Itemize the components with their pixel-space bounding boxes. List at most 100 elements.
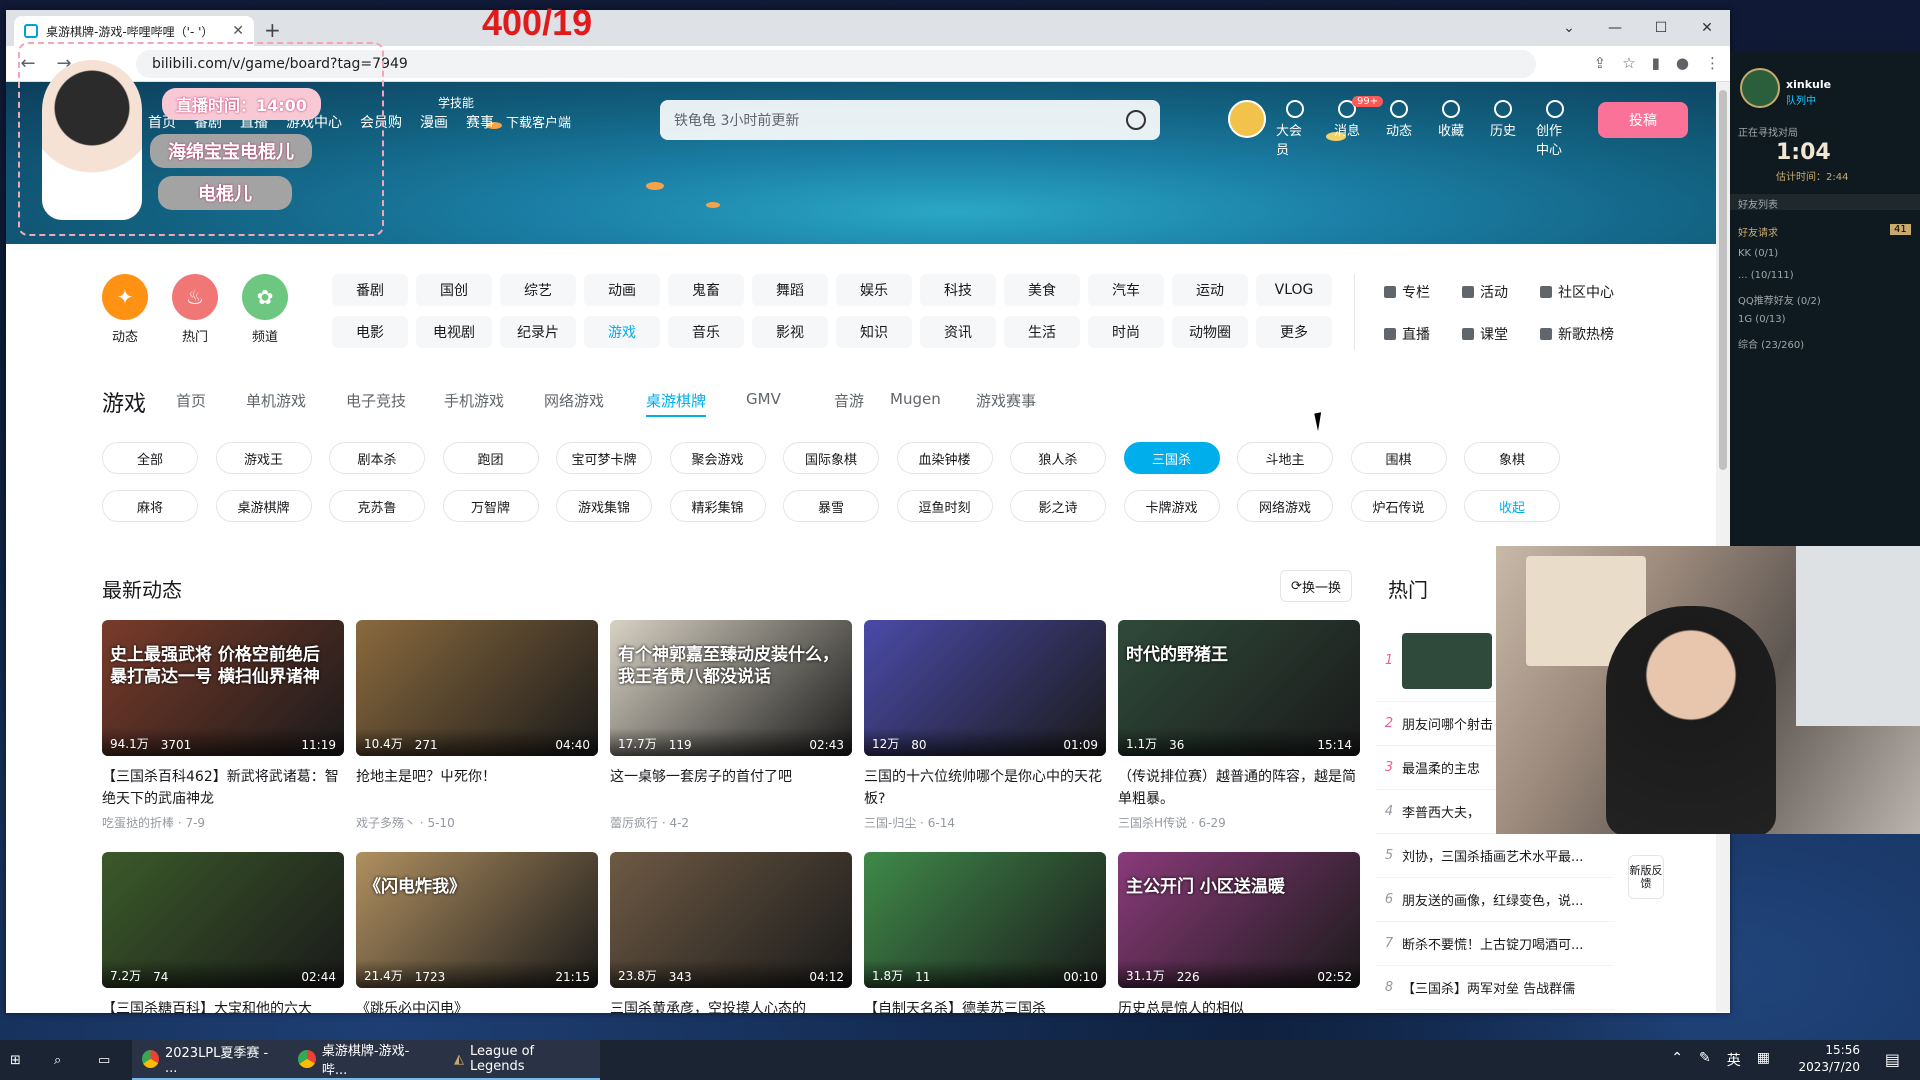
profile-icon[interactable]: ● <box>1676 54 1689 72</box>
channel-chip[interactable]: VLOG <box>1256 274 1332 306</box>
history-icon[interactable]: 历史 <box>1484 100 1522 158</box>
nav-item[interactable]: 漫画 <box>420 112 448 132</box>
dynamic-icon[interactable]: 动态 <box>1380 100 1418 158</box>
channel-chip[interactable]: 知识 <box>836 316 912 348</box>
hot-item[interactable]: 7 断杀不要慌！上古锭刀喝酒可... <box>1376 922 1614 966</box>
video-card[interactable]: 时代的野猪王 1.1万 36 15:14 （传说排位赛）越普通的阵容，越是简单粗暴。 三国… <box>1118 620 1360 831</box>
download-client-link[interactable]: 下载客户端 <box>506 112 571 131</box>
friend-group[interactable]: KK (0/1) <box>1738 248 1821 270</box>
share-icon[interactable]: ⇪ <box>1594 54 1607 72</box>
tag-chip[interactable]: 炉石传说 <box>1350 490 1447 522</box>
keyboard-icon[interactable]: ▦ <box>1757 1050 1770 1070</box>
channel-chip[interactable]: 电影 <box>332 316 408 348</box>
side-link[interactable]: 新歌热榜 <box>1540 324 1614 344</box>
taskbar-app[interactable]: 桌游棋牌-游戏-哔... <box>288 1040 444 1080</box>
channel-chip[interactable]: 影视 <box>752 316 828 348</box>
menu-kebab-icon[interactable]: ⋮ <box>1705 54 1720 72</box>
video-card[interactable]: 10.4万 271 04:40 抢地主是吧？屮死你！ 戏子多殇丶 · 5-10 <box>356 620 598 831</box>
tab-search-icon[interactable]: ⌄ <box>1546 10 1592 46</box>
tag-chip[interactable]: 麻将 <box>102 490 198 522</box>
nav-extra[interactable]: 学技能 <box>438 94 474 111</box>
channel-circle-icon[interactable]: ✿ <box>242 274 288 320</box>
video-title[interactable]: （传说排位赛）越普通的阵容，越是简单粗暴。 <box>1118 766 1360 810</box>
tag-chip[interactable]: 斗地主 <box>1237 442 1333 474</box>
channel-chip[interactable]: 音乐 <box>668 316 744 348</box>
summoner-avatar[interactable] <box>1740 68 1780 108</box>
channel-chip[interactable]: 汽车 <box>1088 274 1164 306</box>
video-title[interactable]: 历史总是惊人的相似 <box>1118 998 1360 1042</box>
video-card[interactable]: 1.8万 11 00:10 【自制天名杀】德美苏三国杀 <box>864 852 1106 1042</box>
tag-chip[interactable]: 暴雪 <box>783 490 879 522</box>
side-link[interactable]: 课堂 <box>1462 324 1508 344</box>
video-thumbnail[interactable]: 23.8万 343 04:12 <box>610 852 852 988</box>
channel-chip[interactable]: 鬼畜 <box>668 274 744 306</box>
tag-chip[interactable]: 象棋 <box>1464 442 1560 474</box>
tag-chip[interactable]: 万智牌 <box>442 490 539 522</box>
taskbar-app[interactable]: 2023LPL夏季赛 - ... <box>132 1040 288 1080</box>
search-box[interactable]: 铁龟龟 3小时前更新 <box>660 100 1160 140</box>
video-thumbnail[interactable]: 7.2万 74 02:44 <box>102 852 344 988</box>
tag-chip[interactable]: 聚会游戏 <box>669 442 766 474</box>
subnav-item[interactable]: 音游 <box>834 390 864 411</box>
channel-chip[interactable]: 运动 <box>1172 274 1248 306</box>
nav-item[interactable]: 赛事 <box>466 112 494 132</box>
bookmark-star-icon[interactable]: ☆ <box>1622 54 1635 72</box>
maximize-icon[interactable]: ☐ <box>1638 10 1684 46</box>
channel-chip[interactable]: 舞蹈 <box>752 274 828 306</box>
video-thumbnail[interactable]: 10.4万 271 04:40 <box>356 620 598 756</box>
subnav-item[interactable]: 游戏赛事 <box>976 390 1036 411</box>
star-icon[interactable]: 收藏 <box>1432 100 1470 158</box>
hot-item[interactable]: 5 刘协，三国杀插画艺术水平最... <box>1376 834 1614 878</box>
video-title[interactable]: 这一桌够一套房子的首付了吧 <box>610 766 852 810</box>
close-tab-icon[interactable]: ✕ <box>232 23 244 39</box>
video-card[interactable]: 《闪电炸我》 21.4万 1723 21:15 《跳乐必中闪电》 <box>356 852 598 1042</box>
channel-chip[interactable]: 游戏 <box>584 316 660 348</box>
video-title[interactable]: 三国杀黄承彦，空投摸人心态的 <box>610 998 852 1042</box>
tag-chip[interactable]: 收起 <box>1464 490 1560 522</box>
tag-chip[interactable]: 影之诗 <box>1010 490 1106 522</box>
taskbar-app[interactable]: ◭ League of Legends <box>444 1040 600 1080</box>
subnav-item[interactable]: 桌游棋牌 <box>646 390 707 417</box>
subnav-item[interactable]: Mugen <box>890 390 941 408</box>
new-tab-icon[interactable]: + <box>264 18 281 42</box>
tag-chip[interactable]: 卡牌游戏 <box>1123 490 1220 522</box>
channel-chip[interactable]: 国创 <box>416 274 492 306</box>
friend-group[interactable]: QQ推荐好友 (0/2) <box>1738 292 1821 314</box>
tag-chip[interactable]: 剧本杀 <box>329 442 425 474</box>
hot-circle-icon[interactable]: ♨ <box>172 274 218 320</box>
video-card[interactable]: 史上最强武将 价格空前绝后 暴打高达一号 横扫仙界诸神 94.1万 3701 11:1… <box>102 620 344 831</box>
clock[interactable]: 15:56 2023/7/20 <box>1798 1042 1860 1076</box>
video-thumbnail[interactable]: 史上最强武将 价格空前绝后 暴打高达一号 横扫仙界诸神 94.1万 3701 11:1… <box>102 620 344 756</box>
tray-chevron-icon[interactable]: ⌃ <box>1671 1050 1683 1070</box>
channel-chip[interactable]: 动物圈 <box>1172 316 1248 348</box>
channel-chip[interactable]: 电视剧 <box>416 316 492 348</box>
friend-group[interactable]: ... (10/111) <box>1738 270 1821 292</box>
friend-group[interactable]: 综合 (23/260) <box>1738 336 1821 358</box>
upload-button[interactable]: 投稿 <box>1598 102 1688 138</box>
video-card[interactable]: 23.8万 343 04:12 三国杀黄承彦，空投摸人心态的 <box>610 852 852 1042</box>
task-view-icon[interactable]: ▭ <box>88 1040 132 1080</box>
hot-item[interactable]: 6 朋友送的画像，红绿变色，说... <box>1376 878 1614 922</box>
refresh-button[interactable]: ⟳ 换一换 <box>1280 570 1352 602</box>
tag-chip[interactable]: 游戏集锦 <box>556 490 652 522</box>
channel-chip[interactable]: 番剧 <box>332 274 408 306</box>
tag-chip[interactable]: 克苏鲁 <box>329 490 425 522</box>
tag-chip[interactable]: 桌游棋牌 <box>215 490 312 522</box>
video-thumbnail[interactable]: 主公开门 小区送温暖 31.1万 226 02:52 <box>1118 852 1360 988</box>
tag-chip[interactable]: 精彩集锦 <box>669 490 766 522</box>
video-card[interactable]: 有个神郭嘉至臻动皮装什么，我王者贵八都没说话 17.7万 119 02:43 这一桌够一… <box>610 620 852 831</box>
minimize-icon[interactable]: — <box>1592 10 1638 46</box>
ime-indicator[interactable]: 英 <box>1727 1050 1741 1070</box>
video-thumbnail[interactable]: 1.8万 11 00:10 <box>864 852 1106 988</box>
tag-chip[interactable]: 跑团 <box>442 442 539 474</box>
friend-group[interactable]: 1G (0/13) <box>1738 314 1821 336</box>
channel-chip[interactable]: 纪录片 <box>500 316 576 348</box>
subnav-item[interactable]: 网络游戏 <box>544 390 604 411</box>
channel-chip[interactable]: 综艺 <box>500 274 576 306</box>
tag-chip[interactable]: 围棋 <box>1350 442 1447 474</box>
scrollbar-thumb[interactable] <box>1719 90 1727 470</box>
video-thumbnail[interactable]: 时代的野猪王 1.1万 36 15:14 <box>1118 620 1360 756</box>
friend-requests[interactable]: 好友请求 <box>1738 224 1778 239</box>
channel-chip[interactable]: 更多 <box>1256 316 1332 348</box>
video-card[interactable]: 7.2万 74 02:44 【三国杀糖百科】大宝和他的六大 <box>102 852 344 1042</box>
